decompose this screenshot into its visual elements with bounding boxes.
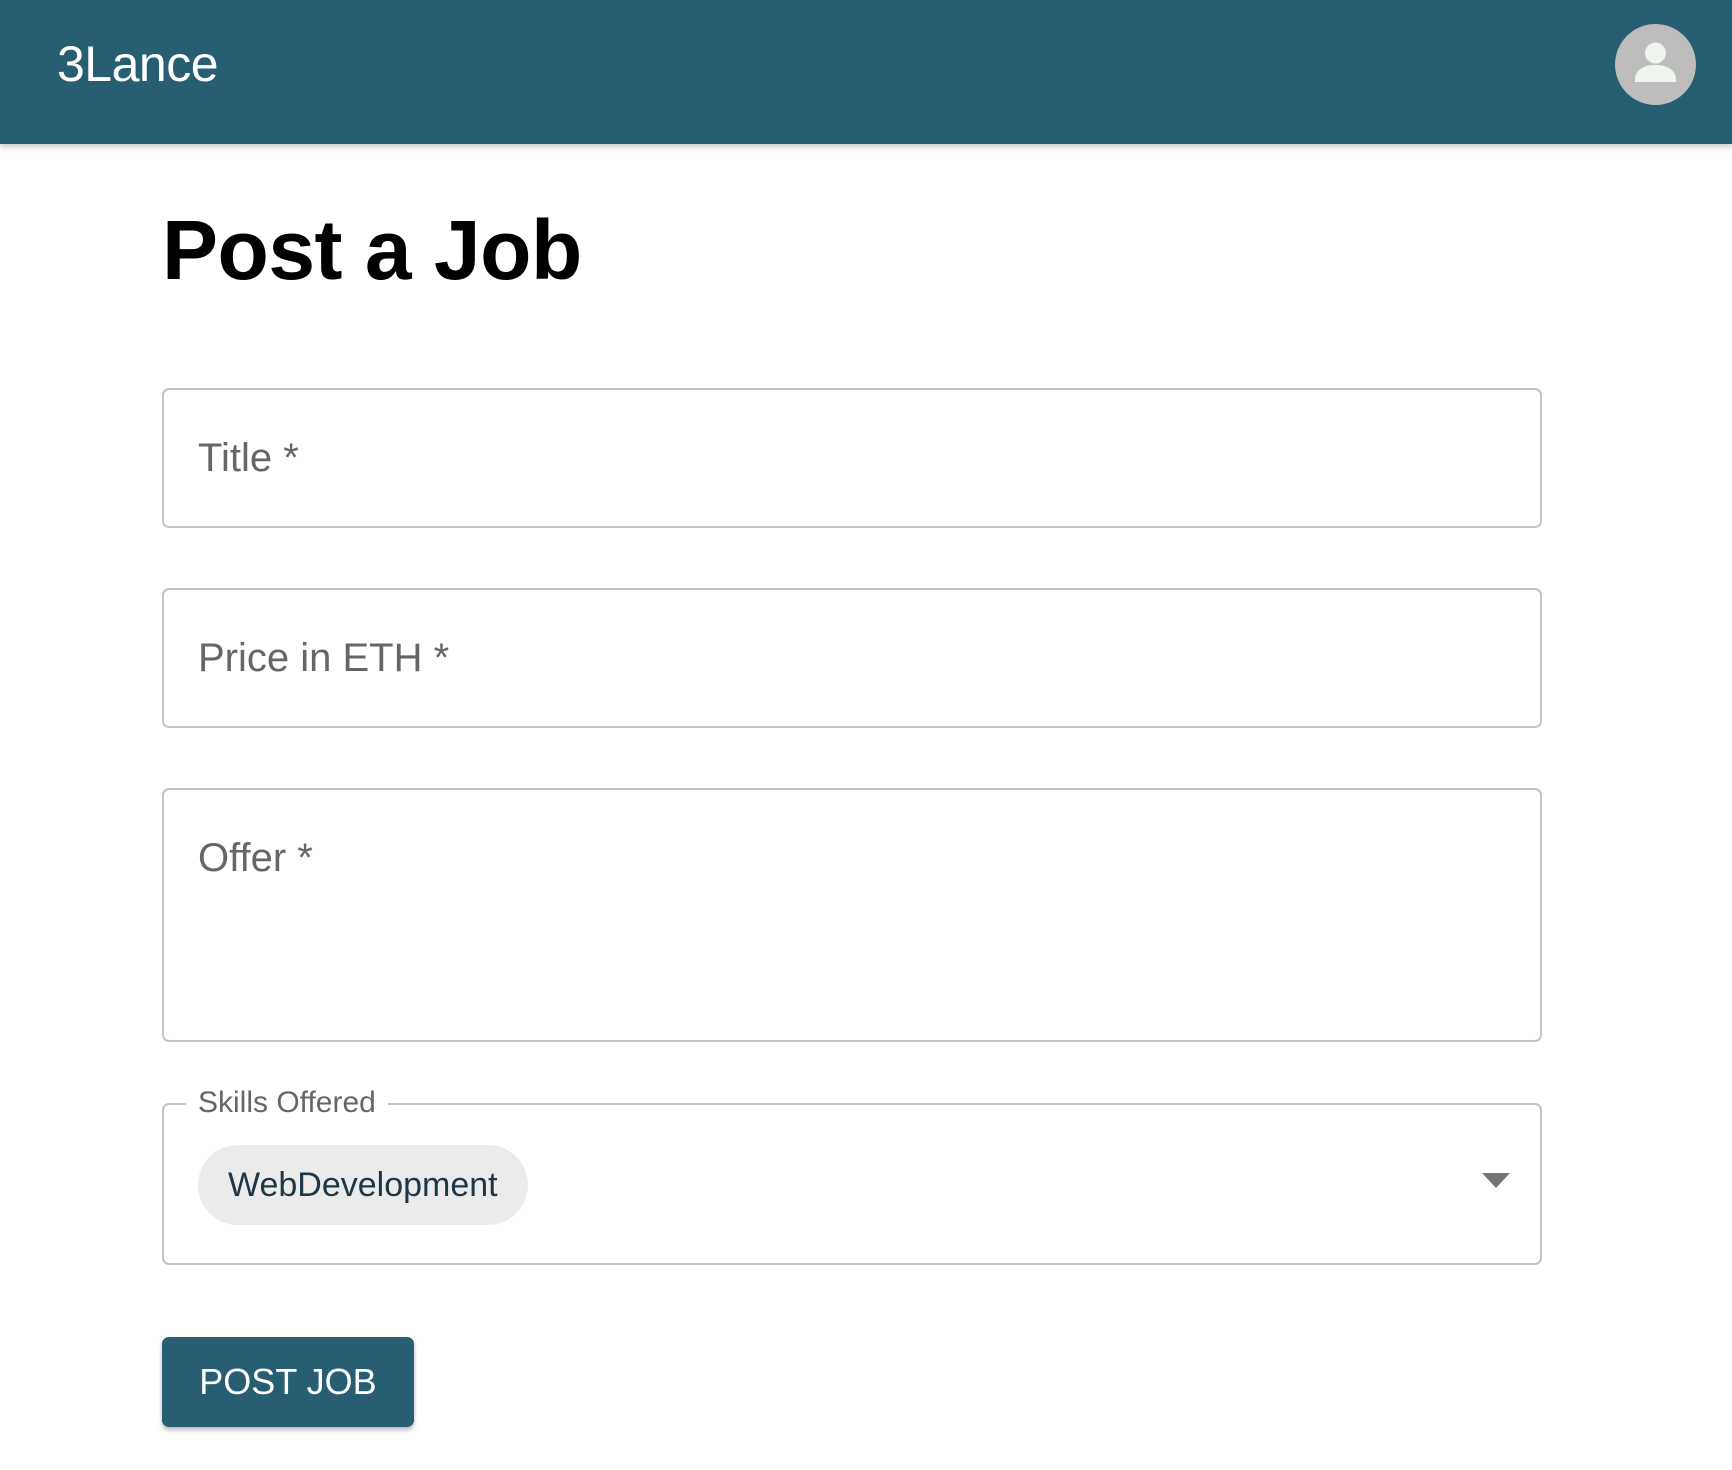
avatar[interactable] (1615, 24, 1696, 105)
post-job-button[interactable]: POST JOB (162, 1337, 414, 1427)
brand-logo[interactable]: 3Lance (57, 34, 219, 94)
offer-field[interactable]: Offer * (162, 788, 1542, 1042)
app-bar: 3Lance (0, 0, 1732, 144)
skills-select[interactable]: Skills Offered WebDevelopment (162, 1085, 1542, 1265)
price-input[interactable] (164, 590, 1540, 726)
title-field[interactable]: Title * (162, 388, 1542, 528)
skills-select-label: Skills Offered (186, 1085, 388, 1121)
offer-textarea[interactable] (164, 790, 1540, 1040)
page-title: Post a Job (162, 203, 582, 297)
title-input[interactable] (164, 390, 1540, 526)
account-circle-icon (1635, 42, 1676, 82)
skill-chip[interactable]: WebDevelopment (198, 1145, 528, 1225)
price-field[interactable]: Price in ETH * (162, 588, 1542, 728)
arrow-drop-down-icon[interactable] (1482, 1173, 1510, 1189)
